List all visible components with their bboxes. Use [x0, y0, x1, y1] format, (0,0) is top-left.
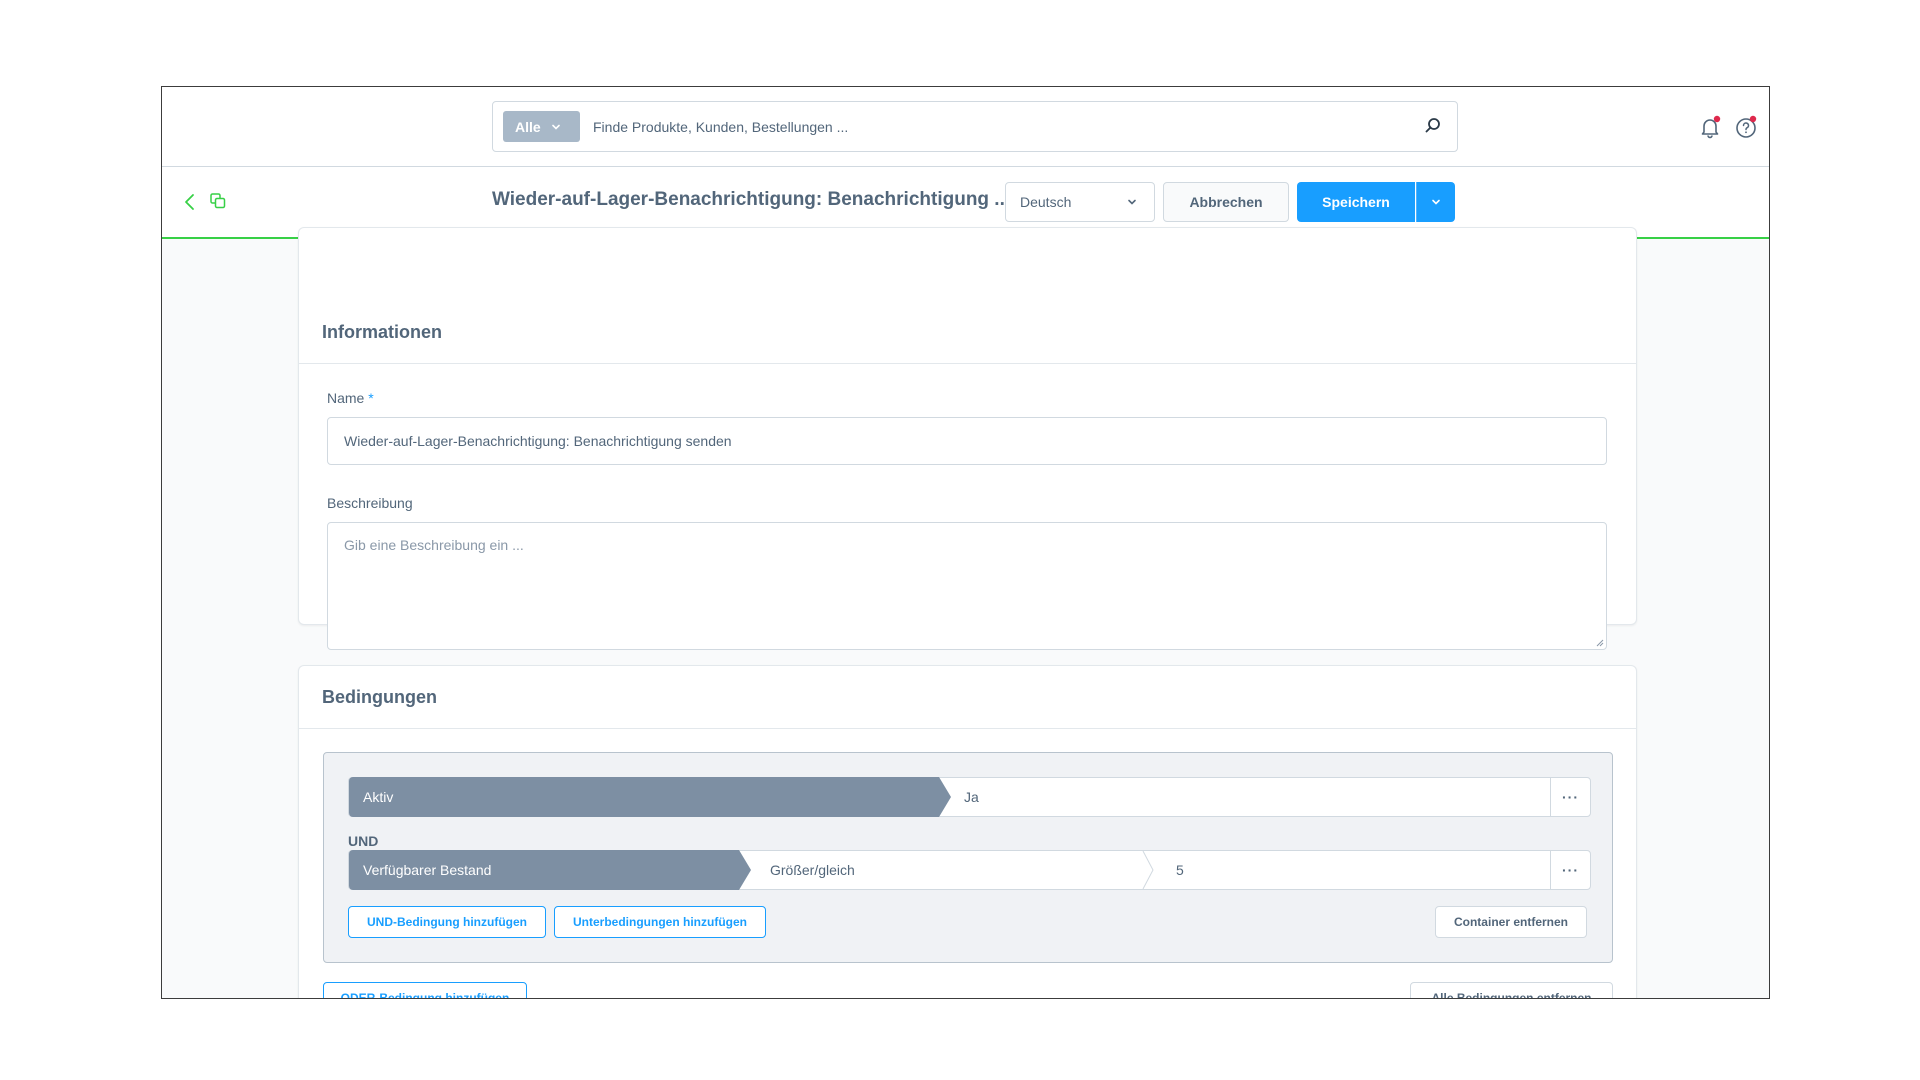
top-bar: Alle	[162, 87, 1769, 167]
description-field[interactable]: Gib eine Beschreibung ein ...	[327, 522, 1607, 650]
condition-row: Aktiv Ja ···	[348, 777, 1591, 817]
search-type-dropdown[interactable]: Alle	[503, 111, 580, 142]
name-field[interactable]: Wieder-auf-Lager-Benachrichtigung: Benac…	[327, 417, 1607, 465]
chevron-down-icon	[1128, 199, 1136, 205]
condition-value[interactable]: 5	[1176, 851, 1184, 889]
chevron-divider-icon	[1142, 851, 1154, 889]
copy-icon[interactable]	[209, 192, 227, 210]
save-options-button[interactable]	[1416, 182, 1455, 222]
add-and-condition-button[interactable]: UND-Bedingung hinzufügen	[348, 906, 546, 938]
condition-field-select[interactable]: Verfügbarer Bestand	[349, 850, 751, 890]
required-mark: *	[368, 390, 374, 406]
condition-row: Verfügbarer Bestand Größer/gleich 5 ···	[348, 850, 1591, 890]
language-select-value: Deutsch	[1020, 194, 1072, 210]
app-window: Alle Finde Produkte, Kunden, Bestellunge…	[161, 86, 1770, 999]
add-subconditions-button[interactable]: Unterbedingungen hinzufügen	[554, 906, 766, 938]
bell-icon[interactable]	[1698, 115, 1722, 139]
chevron-down-icon	[1432, 199, 1440, 205]
conditions-card-header: Bedingungen	[299, 666, 1636, 729]
search-type-label: Alle	[515, 118, 541, 135]
save-button[interactable]: Speichern	[1297, 182, 1415, 222]
resize-handle-icon[interactable]	[1594, 637, 1604, 647]
language-select[interactable]: Deutsch	[1005, 182, 1155, 222]
remove-all-conditions-button[interactable]: Alle Bedingungen entfernen	[1410, 982, 1613, 998]
condition-field-select[interactable]: Aktiv	[349, 777, 951, 817]
page-title: Wieder-auf-Lager-Benachrichtigung: Benac…	[492, 189, 1011, 210]
search-input[interactable]	[593, 102, 1393, 151]
global-search: Alle	[492, 101, 1458, 152]
help-icon[interactable]	[1734, 115, 1758, 139]
information-card-header: Informationen	[299, 228, 1636, 364]
back-arrow-icon[interactable]	[182, 192, 198, 212]
chevron-down-icon	[551, 124, 560, 130]
remove-container-button[interactable]: Container entfernen	[1435, 906, 1587, 938]
condition-value[interactable]: Ja	[964, 778, 979, 816]
conditions-card: Bedingungen Aktiv Ja ··· UND Verfügbarer…	[298, 665, 1637, 998]
information-card-title: Informationen	[322, 322, 442, 342]
condition-operator[interactable]: Größer/gleich	[770, 851, 855, 889]
name-label: Name *	[327, 390, 374, 406]
condition-more-button[interactable]: ···	[1550, 851, 1590, 889]
name-label-text: Name	[327, 390, 365, 406]
add-or-condition-button[interactable]: ODER-Bedingung hinzufügen	[323, 982, 527, 998]
condition-more-button[interactable]: ···	[1550, 778, 1590, 816]
information-card: Informationen Name * Wieder-auf-Lager-Be…	[298, 227, 1637, 650]
description-placeholder: Gib eine Beschreibung ein ...	[344, 537, 524, 553]
description-label: Beschreibung	[327, 495, 413, 511]
cancel-button[interactable]: Abbrechen	[1163, 182, 1289, 222]
and-connector-label: UND	[348, 833, 379, 849]
conditions-card-title: Bedingungen	[322, 687, 437, 707]
search-icon[interactable]	[1423, 116, 1443, 136]
condition-container: Aktiv Ja ··· UND Verfügbarer Bestand Grö…	[323, 752, 1613, 963]
